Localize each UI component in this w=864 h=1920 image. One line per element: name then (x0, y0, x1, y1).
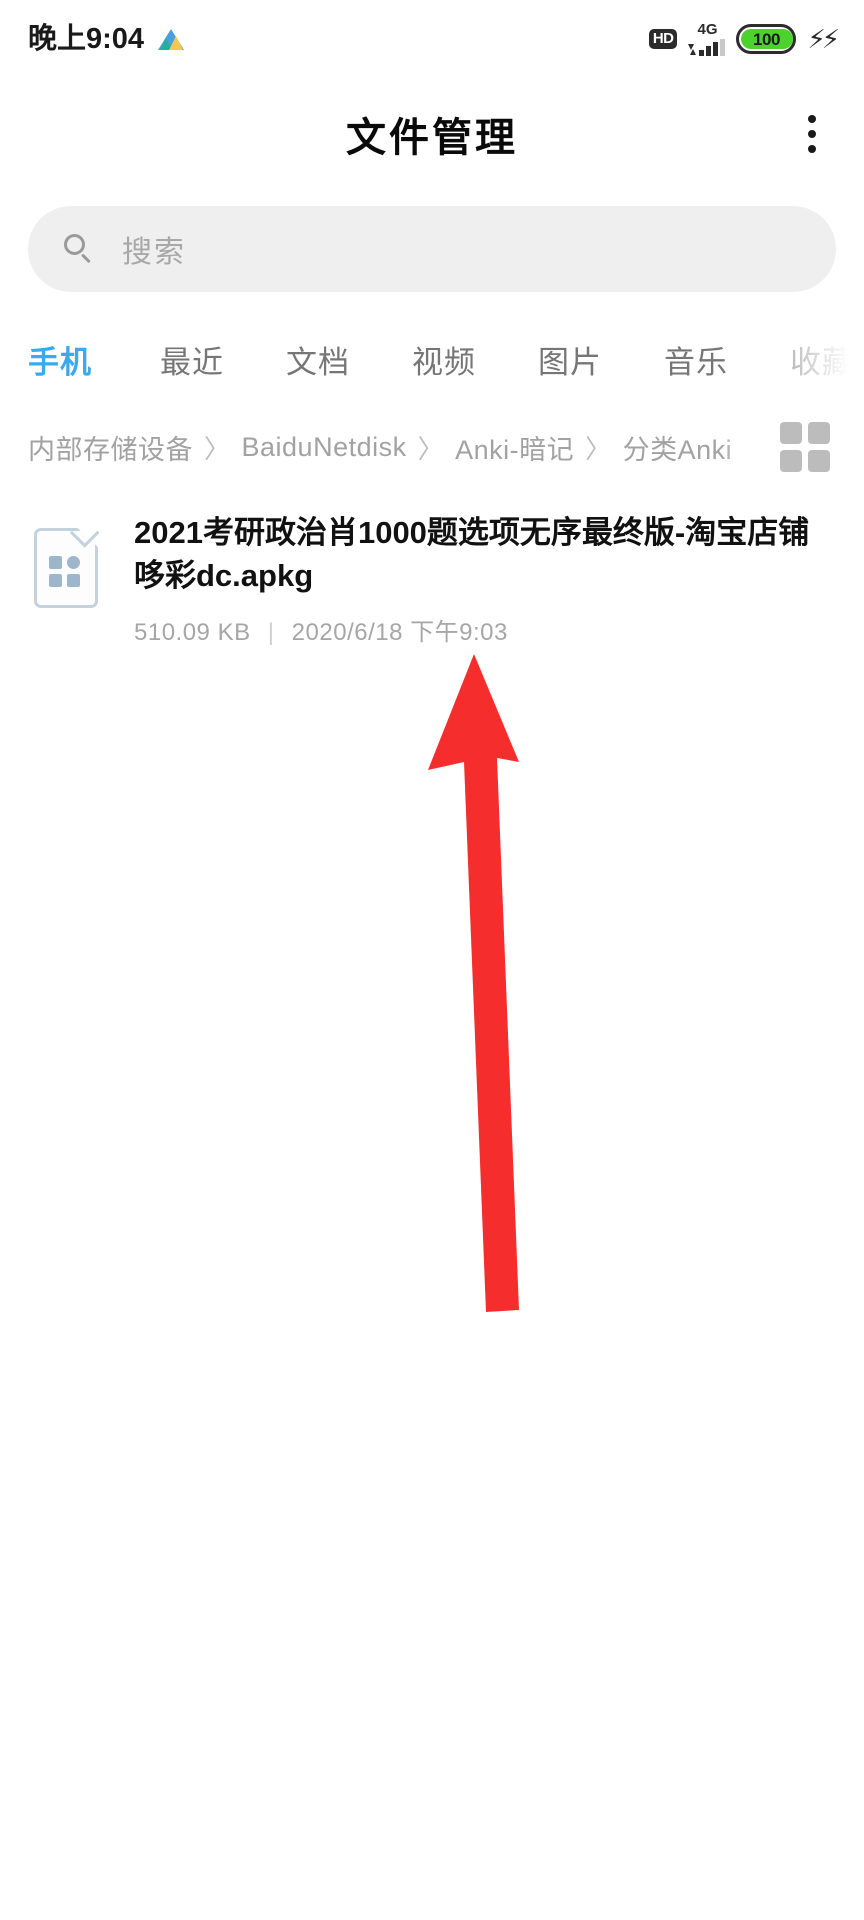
file-list: 2021考研政治肖1000题选项无序最终版-淘宝店铺哆彩dc.apkg 510.… (0, 496, 864, 665)
search-placeholder: 搜索 (122, 236, 186, 269)
tab-favorites[interactable]: 收藏 (790, 337, 854, 382)
tab-videos[interactable]: 视频 (412, 337, 476, 382)
search-input[interactable]: 搜索 (28, 206, 836, 292)
breadcrumb[interactable]: 内部存储设备 〉 BaiduNetdisk 〉 Anki-暗记 〉 分类Anki (28, 428, 762, 467)
tab-documents[interactable]: 文档 (286, 337, 350, 382)
hd-icon: HD (648, 29, 678, 49)
category-tabs[interactable]: 手机 最近 文档 视频 图片 音乐 收藏 (0, 318, 864, 400)
tab-images[interactable]: 图片 (538, 337, 602, 382)
file-subtitle: 510.09 KB | 2020/6/18 下午9:03 (134, 612, 836, 647)
page-title: 文件管理 (346, 116, 518, 160)
chevron-right-icon: 〉 (204, 434, 231, 464)
search-icon (64, 234, 94, 264)
file-meta: 2021考研政治肖1000题选项无序最终版-淘宝店铺哆彩dc.apkg 510.… (134, 512, 836, 647)
app-triangle-icon (158, 27, 185, 51)
grid-view-icon[interactable] (780, 421, 832, 474)
file-size: 510.09 KB (134, 618, 251, 646)
tab-recent[interactable]: 最近 (160, 337, 224, 382)
chevron-right-icon: 〉 (417, 434, 445, 464)
network-type-label: 4G (697, 21, 718, 38)
search-bar[interactable]: 搜索 (28, 206, 836, 292)
signal-strength-icon: 4G (688, 21, 726, 56)
charging-bolt-icon: ⚡⚡ (807, 24, 839, 54)
file-date: 2020/6/18 下午9:03 (291, 618, 508, 646)
status-bar-left: 晚上9:04 (28, 22, 185, 55)
breadcrumb-item-internal-storage[interactable]: 内部存储设备 (28, 428, 193, 467)
breadcrumb-item-baidunetdisk[interactable]: BaiduNetdisk (242, 432, 407, 463)
tab-music[interactable]: 音乐 (664, 337, 728, 382)
battery-level-label: 100 (753, 29, 780, 49)
breadcrumb-item-anki[interactable]: Anki-暗记 (455, 428, 574, 467)
breadcrumb-item-classified-anki[interactable]: 分类Anki (623, 428, 733, 467)
status-bar: 晚上9:04 HD 4G 100 ⚡⚡ (0, 0, 864, 78)
tab-phone[interactable]: 手机 (28, 337, 92, 382)
breadcrumb-row: 内部存储设备 〉 BaiduNetdisk 〉 Anki-暗记 〉 分类Anki (0, 405, 864, 490)
chevron-right-icon: 〉 (585, 434, 612, 464)
file-name: 2021考研政治肖1000题选项无序最终版-淘宝店铺哆彩dc.apkg (134, 515, 810, 593)
more-vertical-icon[interactable] (784, 106, 840, 162)
app-bar: 文件管理 (0, 78, 864, 190)
status-bar-right: HD 4G 100 ⚡⚡ (648, 21, 840, 56)
apkg-file-icon (34, 517, 100, 608)
battery-icon: 100 (736, 24, 797, 54)
meta-divider: | (267, 618, 275, 646)
list-item[interactable]: 2021考研政治肖1000题选项无序最终版-淘宝店铺哆彩dc.apkg 510.… (0, 496, 864, 665)
annotation-arrow-icon (380, 640, 560, 1330)
status-time: 晚上9:04 (28, 22, 145, 55)
signal-bars (688, 39, 726, 56)
